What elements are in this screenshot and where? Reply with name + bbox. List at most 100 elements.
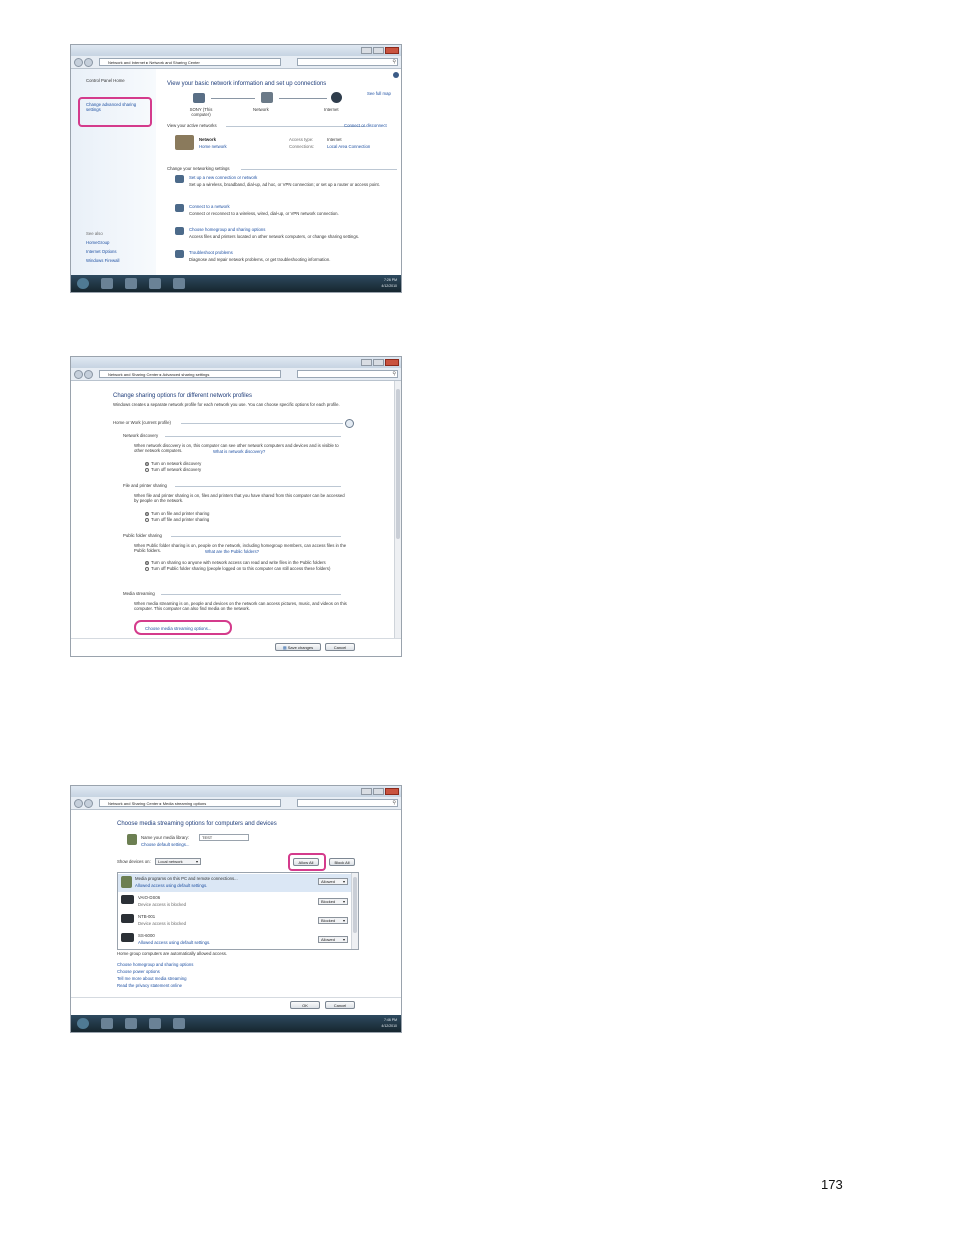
back-icon[interactable] (74, 58, 83, 67)
content-pane: Choose media streaming options for compu… (71, 810, 401, 1015)
map-node-computer[interactable]: SONY (This computer) (181, 107, 221, 117)
search-input[interactable]: ⚲ (297, 370, 398, 378)
section-title-file-printer: File and printer sharing (123, 483, 167, 488)
start-button-icon[interactable] (77, 1018, 89, 1029)
forward-icon[interactable] (84, 799, 93, 808)
link-media-streaming-help[interactable]: Tell me more about media streaming (117, 976, 187, 981)
device-access-select[interactable]: Allowed (318, 936, 348, 943)
network-type-link[interactable]: Home network (199, 144, 227, 149)
option-public-folder-on[interactable]: Turn on sharing so anyone with network a… (151, 560, 326, 565)
radio-file-printer-off[interactable] (145, 518, 149, 522)
forward-icon[interactable] (84, 58, 93, 67)
radio-public-folder-on[interactable] (145, 561, 149, 565)
new-connection-icon (175, 175, 184, 183)
search-icon[interactable]: ⚲ (392, 59, 396, 66)
radio-public-folder-off[interactable] (145, 567, 149, 571)
ie-icon[interactable] (101, 278, 113, 289)
scrollbar[interactable] (394, 381, 401, 638)
media-player-icon[interactable] (149, 1018, 161, 1029)
device-access-select[interactable]: Blocked (318, 898, 348, 905)
control-panel-icon[interactable] (173, 1018, 185, 1029)
close-button[interactable] (385, 47, 399, 54)
control-panel-icon[interactable] (173, 278, 185, 289)
option-network-discovery-off[interactable]: Turn off network discovery (151, 467, 201, 472)
link-power-options[interactable]: Choose power options (117, 969, 160, 974)
breadcrumb[interactable]: Network and Sharing Center ▸ Media strea… (99, 799, 281, 807)
explorer-icon[interactable] (125, 1018, 137, 1029)
collapse-chevron-icon[interactable] (345, 419, 354, 428)
breadcrumb[interactable]: Network and Internet ▸ Network and Shari… (99, 58, 281, 66)
option-network-discovery-on[interactable]: Turn on network discovery (151, 461, 201, 466)
task-connect-network-desc: Connect or reconnect to a wireless, wire… (189, 211, 339, 216)
library-name-input[interactable]: TEST (199, 834, 249, 841)
back-icon[interactable] (74, 799, 83, 808)
maximize-button[interactable] (373, 47, 384, 54)
save-changes-button[interactable]: ▩ Save changes (275, 643, 321, 651)
help-icon[interactable] (393, 72, 399, 78)
map-node-internet[interactable]: Internet (324, 107, 339, 112)
minimize-button[interactable] (361, 47, 372, 54)
radio-network-discovery-off[interactable] (145, 468, 149, 472)
link-homegroup-options[interactable]: Choose homegroup and sharing options (117, 962, 193, 967)
search-input[interactable]: ⚲ (297, 58, 398, 66)
ok-button[interactable]: OK (290, 1001, 320, 1009)
network-discovery-help-link[interactable]: What is network discovery? (213, 449, 265, 454)
scrollbar-thumb[interactable] (396, 389, 400, 539)
back-icon[interactable] (74, 370, 83, 379)
task-troubleshoot[interactable]: Troubleshoot problems (189, 250, 233, 255)
option-file-printer-on[interactable]: Turn on file and printer sharing (151, 511, 209, 516)
tray-date[interactable]: 4/12/2010 (335, 283, 397, 289)
maximize-button[interactable] (373, 359, 384, 366)
task-setup-connection[interactable]: Set up a new connection or network (189, 175, 257, 180)
cancel-button[interactable]: Cancel (325, 1001, 355, 1009)
minimize-button[interactable] (361, 788, 372, 795)
forward-icon[interactable] (84, 370, 93, 379)
start-button-icon[interactable] (77, 278, 89, 289)
search-icon[interactable]: ⚲ (392, 800, 396, 807)
section-desc-file-printer: When file and printer sharing is on, fil… (134, 493, 345, 503)
default-settings-link[interactable]: Choose default settings... (141, 842, 190, 847)
sidebar-item-windows-firewall[interactable]: Windows Firewall (86, 258, 119, 263)
link-privacy-statement[interactable]: Read the privacy statement online (117, 983, 182, 988)
task-connect-network[interactable]: Connect to a network (189, 204, 230, 209)
device-status[interactable]: Allowed access using default settings. (138, 940, 210, 945)
taskbar: 7:46 PM 4/12/2010 (71, 1015, 401, 1032)
task-homegroup-options[interactable]: Choose homegroup and sharing options (189, 227, 265, 232)
breadcrumb[interactable]: Network and Sharing Center ▸ Advanced sh… (99, 370, 281, 378)
device-access-select[interactable]: Allowed (318, 878, 348, 885)
home-network-icon (175, 135, 194, 150)
minimize-button[interactable] (361, 359, 372, 366)
intro-text: Windows creates a separate network profi… (113, 402, 340, 407)
access-type-value: Internet (327, 137, 342, 142)
public-folders-help-link[interactable]: What are the Public folders? (205, 549, 259, 554)
shield-icon: ▩ (282, 645, 287, 650)
option-public-folder-off[interactable]: Turn off Public folder sharing (people l… (151, 566, 351, 571)
radio-network-discovery-on[interactable] (145, 462, 149, 466)
device-access-select[interactable]: Blocked (318, 917, 348, 924)
section-title-network-discovery: Network discovery (123, 433, 159, 438)
sidebar-item-homegroup[interactable]: HomeGroup (86, 240, 109, 245)
block-all-button[interactable]: Block All (329, 858, 355, 866)
radio-file-printer-on[interactable] (145, 512, 149, 516)
search-icon[interactable]: ⚲ (392, 371, 396, 378)
option-file-printer-off[interactable]: Turn off file and printer sharing (151, 517, 209, 522)
media-player-icon[interactable] (149, 278, 161, 289)
device-list-scrollbar[interactable] (351, 873, 358, 949)
sidebar-home-link[interactable]: Control Panel Home (86, 78, 125, 83)
show-devices-select[interactable]: Local network (155, 858, 201, 865)
close-button[interactable] (385, 359, 399, 366)
ie-icon[interactable] (101, 1018, 113, 1029)
device-status[interactable]: Allowed access using default settings. (135, 883, 207, 888)
search-input[interactable]: ⚲ (297, 799, 398, 807)
maximize-button[interactable] (373, 788, 384, 795)
connections-link[interactable]: Local Area Connection (327, 144, 370, 149)
map-node-network[interactable]: Network (253, 107, 269, 112)
connect-disconnect-link[interactable]: Connect or disconnect (344, 123, 387, 128)
explorer-icon[interactable] (125, 278, 137, 289)
close-button[interactable] (385, 788, 399, 795)
sidebar-item-internet-options[interactable]: Internet Options (86, 249, 117, 254)
device-list-scrollbar-thumb[interactable] (353, 877, 357, 933)
tray-date[interactable]: 4/12/2010 (335, 1023, 397, 1029)
cancel-button[interactable]: Cancel (325, 643, 355, 651)
see-full-map-link[interactable]: See full map (367, 91, 391, 96)
